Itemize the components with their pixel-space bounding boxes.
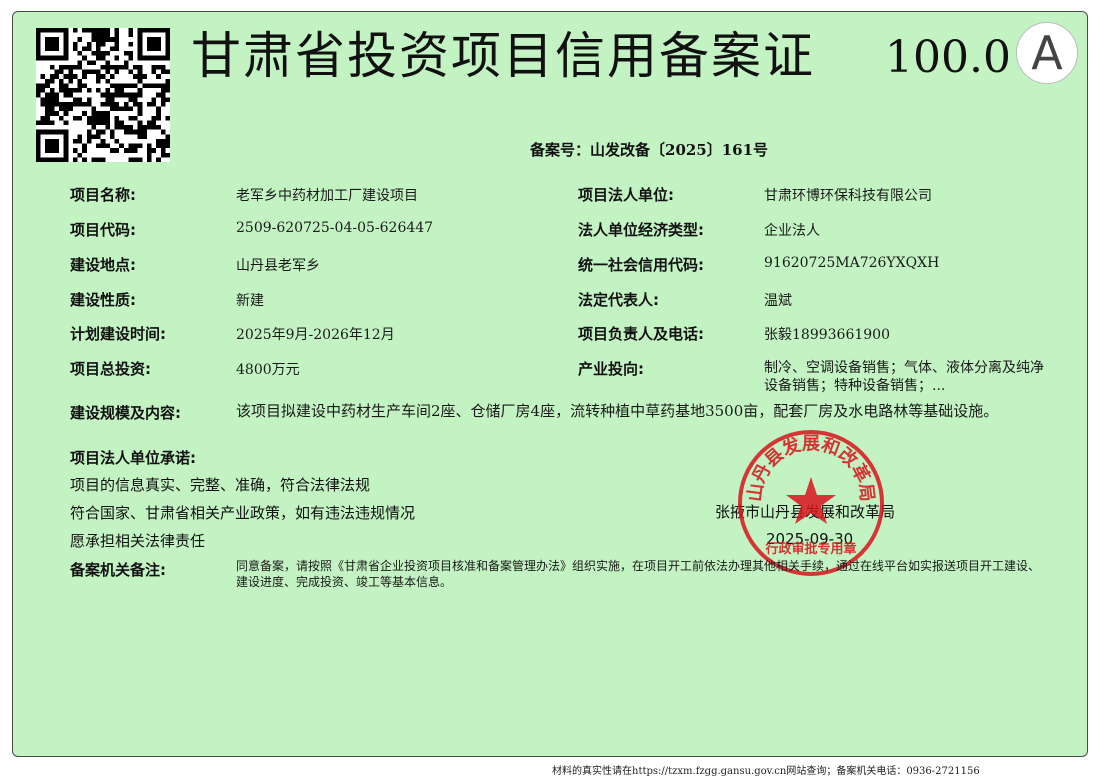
- nature-label: 建设性质:: [70, 291, 136, 309]
- certificate-title: 甘肃省投资项目信用备案证: [191, 27, 815, 85]
- legal-rep-value: 温斌: [764, 293, 792, 309]
- project-name-label: 项目名称:: [70, 186, 136, 204]
- commitment-line: 符合国家、甘肃省相关产业政策，如有违法违规情况: [70, 504, 416, 522]
- economic-type-value: 企业法人: [764, 223, 820, 239]
- project-name-value: 老军乡中药材加工厂建设项目: [236, 188, 418, 204]
- scale-value: 该项目拟建设中药材生产车间2座、仓储厂房4座，流转种植中草药基地3500亩，配套…: [236, 402, 999, 420]
- location-value: 山丹县老军乡: [236, 258, 320, 274]
- contact-label: 项目负责人及电话:: [578, 325, 704, 343]
- nature-value: 新建: [236, 293, 264, 309]
- project-code-label: 项目代码:: [70, 221, 136, 239]
- investment-value: 4800万元: [236, 362, 300, 378]
- commitment-label: 项目法人单位承诺:: [70, 449, 196, 467]
- record-number: 备案号：山发改备〔2025〕161号: [530, 141, 769, 159]
- industry-label: 产业投向:: [578, 360, 644, 378]
- remarks-label: 备案机关备注:: [70, 561, 166, 579]
- remarks-value: 同意备案，请按照《甘肃省企业投资项目核准和备案管理办法》组织实施，在项目开工前依…: [236, 559, 1041, 589]
- project-code-value: 2509-620725-04-05-626447: [236, 220, 434, 236]
- commitment-line: 愿承担相关法律责任: [70, 532, 206, 550]
- qr-code-icon: [36, 28, 170, 162]
- contact-value: 张毅18993661900: [764, 327, 890, 343]
- seal-bottom-text: 行政审批专用章: [764, 541, 856, 557]
- verification-footer: 材料的真实性请在https://tzxm.fzgg.gansu.gov.cn网站…: [552, 766, 980, 776]
- commitment-line: 项目的信息真实、完整、准确，符合法律法规: [70, 476, 371, 494]
- credit-score: 100.0: [885, 32, 1011, 83]
- economic-type-label: 法人单位经济类型:: [578, 221, 704, 239]
- legal-rep-label: 法定代表人:: [578, 291, 659, 309]
- investment-label: 项目总投资:: [70, 360, 151, 378]
- official-seal-icon: 山丹县发展和改革局 行政审批专用章: [735, 427, 887, 579]
- credit-code-label: 统一社会信用代码:: [578, 256, 704, 274]
- schedule-value: 2025年9月-2026年12月: [236, 327, 395, 343]
- legal-entity-value: 甘肃环博环保科技有限公司: [764, 188, 932, 204]
- scale-label: 建设规模及内容:: [70, 404, 181, 422]
- legal-entity-label: 项目法人单位:: [578, 186, 674, 204]
- schedule-label: 计划建设时间:: [70, 325, 166, 343]
- grade-a-badge: A: [1016, 22, 1078, 84]
- location-label: 建设地点:: [70, 256, 136, 274]
- credit-code-value: 91620725MA726YXQXH: [764, 255, 940, 271]
- certificate: 甘肃省投资项目信用备案证 100.0 A 备案号：山发改备〔2025〕161号 …: [12, 11, 1088, 757]
- industry-value: 制冷、空调设备销售；气体、液体分离及纯净设备销售；特种设备销售；...: [764, 360, 1044, 394]
